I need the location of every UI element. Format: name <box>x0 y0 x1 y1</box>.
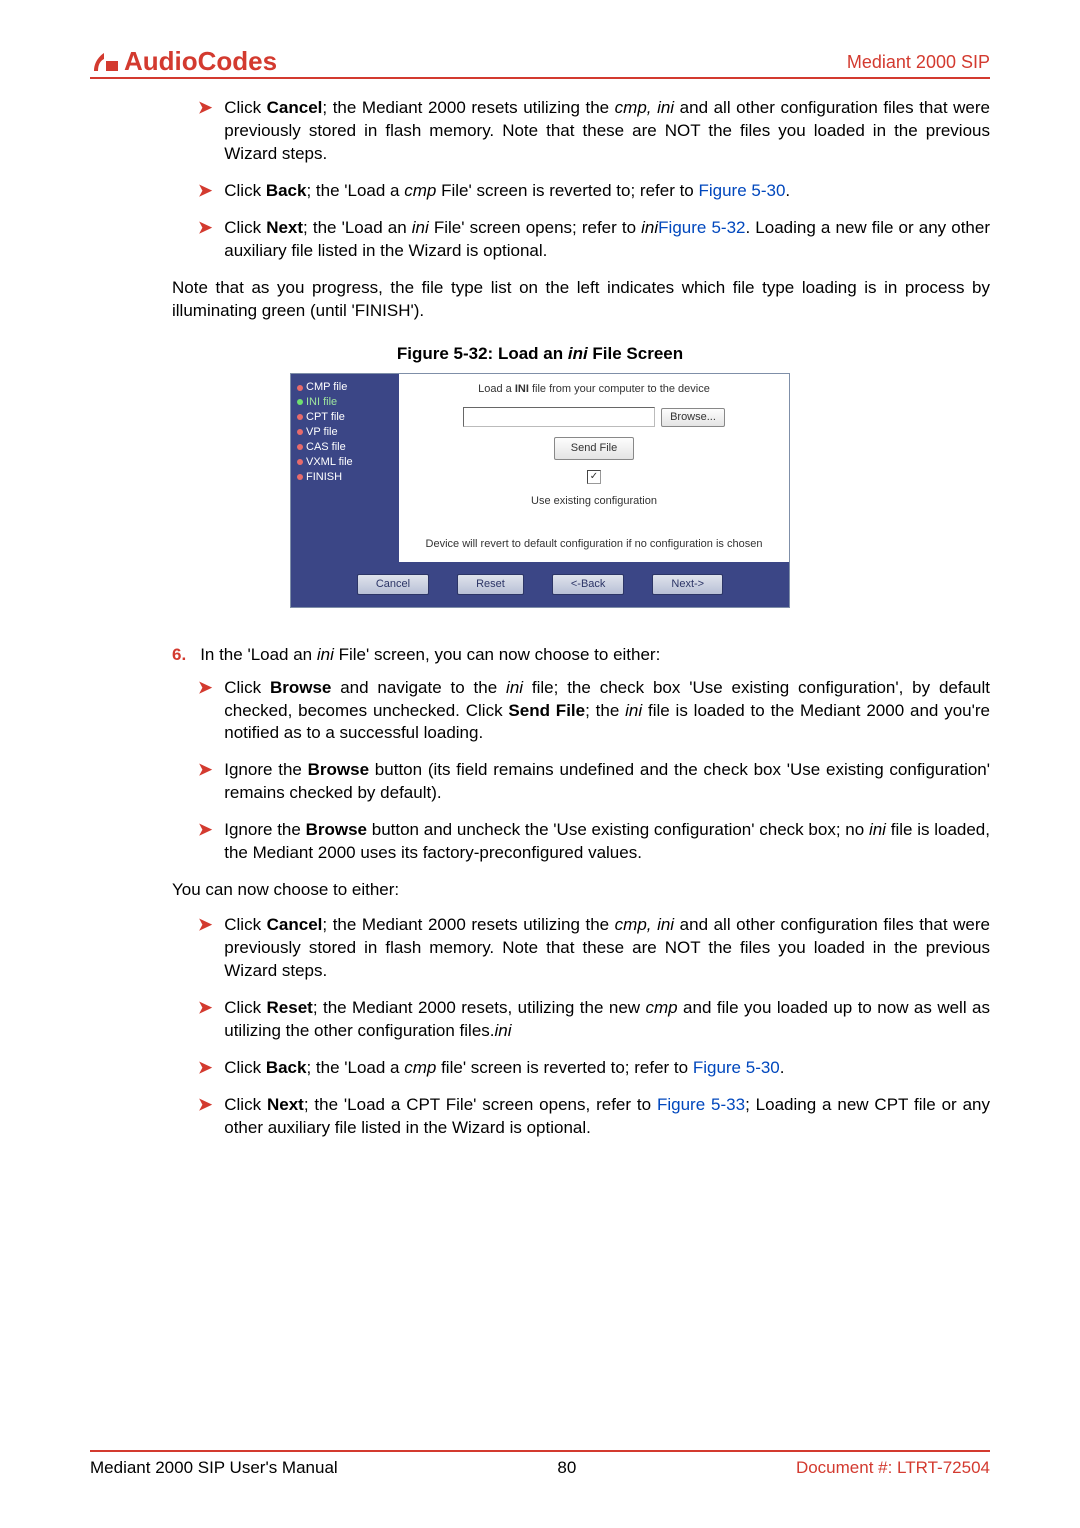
next-button[interactable]: Next-> <box>652 574 723 595</box>
bullet-b-0: ➤ Click Browse and navigate to the ini fi… <box>198 677 990 746</box>
figure-buttons-row: Cancel Reset <-Back Next-> <box>291 562 789 607</box>
step-6: 6. In the 'Load an ini File' screen, you… <box>172 644 990 667</box>
arrow-icon: ➤ <box>198 997 212 1020</box>
bullet-text: Click Next; the 'Load a CPT File' screen… <box>224 1094 990 1140</box>
footer: Mediant 2000 SIP User's Manual 80 Docume… <box>90 1450 990 1478</box>
figure-instruction: Load a INI file from your computer to th… <box>409 382 779 397</box>
figure-sidebar: CMP fileINI fileCPT fileVP fileCAS fileV… <box>291 374 399 561</box>
page-number: 80 <box>557 1458 576 1478</box>
arrow-icon: ➤ <box>198 217 212 240</box>
bullet-a-2: ➤ Click Next; the 'Load an ini File' scre… <box>198 217 990 263</box>
header: AudioCodes Mediant 2000 SIP <box>90 46 990 79</box>
sidebar-item: VXML file <box>297 455 395 470</box>
bullet-a-1: ➤ Click Back; the 'Load a cmp File' scree… <box>198 180 990 203</box>
cancel-button[interactable]: Cancel <box>357 574 429 595</box>
bullet-b-1: ➤ Ignore the Browse button (its field rem… <box>198 759 990 805</box>
figure-caption: Figure 5-32: Load an ini File Screen <box>90 343 990 366</box>
arrow-icon: ➤ <box>198 759 212 782</box>
arrow-icon: ➤ <box>198 1057 212 1080</box>
bullet-text: Click Cancel; the Mediant 2000 resets ut… <box>224 97 990 166</box>
bullet-b-2: ➤ Ignore the Browse button and uncheck th… <box>198 819 990 865</box>
footer-right: Document #: LTRT-72504 <box>796 1458 990 1478</box>
bullet-c-2: ➤ Click Back; the 'Load a cmp file' scree… <box>198 1057 990 1080</box>
arrow-icon: ➤ <box>198 180 212 203</box>
sidebar-item: CAS file <box>297 440 395 455</box>
file-path-input[interactable] <box>463 407 655 427</box>
bullet-text: Click Back; the 'Load a cmp file' screen… <box>224 1057 990 1080</box>
header-right: Mediant 2000 SIP <box>847 52 990 77</box>
bullet-c-0: ➤ Click Cancel; the Mediant 2000 resets u… <box>198 914 990 983</box>
footer-left: Mediant 2000 SIP User's Manual <box>90 1458 338 1478</box>
you-can-text: You can now choose to either: <box>172 879 990 902</box>
content: ➤ Click Cancel; the Mediant 2000 resets u… <box>90 79 990 1140</box>
bullet-c-3: ➤ Click Next; the 'Load a CPT File' scree… <box>198 1094 990 1140</box>
bullet-c-1: ➤ Click Reset; the Mediant 2000 resets, u… <box>198 997 990 1043</box>
bullet-text: Click Back; the 'Load a cmp File' screen… <box>224 180 990 203</box>
logo: AudioCodes <box>90 46 277 77</box>
bullet-text: Click Cancel; the Mediant 2000 resets ut… <box>224 914 990 983</box>
sidebar-item: FINISH <box>297 470 395 485</box>
figure-main: Load a INI file from your computer to th… <box>399 374 789 561</box>
use-existing-label: Use existing configuration <box>409 494 779 509</box>
sidebar-item: INI file <box>297 395 395 410</box>
bullet-text: Click Next; the 'Load an ini File' scree… <box>224 217 990 263</box>
sidebar-item: CPT file <box>297 410 395 425</box>
arrow-icon: ➤ <box>198 97 212 120</box>
use-existing-checkbox[interactable]: ✓ <box>587 470 601 484</box>
bullet-text: Ignore the Browse button (its field rema… <box>224 759 990 805</box>
arrow-icon: ➤ <box>198 1094 212 1117</box>
logo-text: AudioCodes <box>124 46 277 77</box>
bullet-text: Click Reset; the Mediant 2000 resets, ut… <box>224 997 990 1043</box>
step-number: 6. <box>172 644 186 667</box>
browse-button[interactable]: Browse... <box>661 408 725 427</box>
arrow-icon: ➤ <box>198 914 212 937</box>
reset-button[interactable]: Reset <box>457 574 524 595</box>
arrow-icon: ➤ <box>198 677 212 700</box>
send-file-button[interactable]: Send File <box>554 437 634 460</box>
bullet-a-0: ➤ Click Cancel; the Mediant 2000 resets u… <box>198 97 990 166</box>
sidebar-item: VP file <box>297 425 395 440</box>
figure-wrap: CMP fileINI fileCPT fileVP fileCAS fileV… <box>90 373 990 607</box>
note-text: Note that as you progress, the file type… <box>172 277 990 323</box>
step-text: In the 'Load an ini File' screen, you ca… <box>200 644 660 667</box>
back-button[interactable]: <-Back <box>552 574 625 595</box>
revert-text: Device will revert to default configurat… <box>409 537 779 552</box>
sidebar-item: CMP file <box>297 380 395 395</box>
arrow-icon: ➤ <box>198 819 212 842</box>
bullet-text: Click Browse and navigate to the ini fil… <box>224 677 990 746</box>
figure-screenshot: CMP fileINI fileCPT fileVP fileCAS fileV… <box>290 373 790 607</box>
logo-icon <box>90 49 120 75</box>
bullet-text: Ignore the Browse button and uncheck the… <box>224 819 990 865</box>
